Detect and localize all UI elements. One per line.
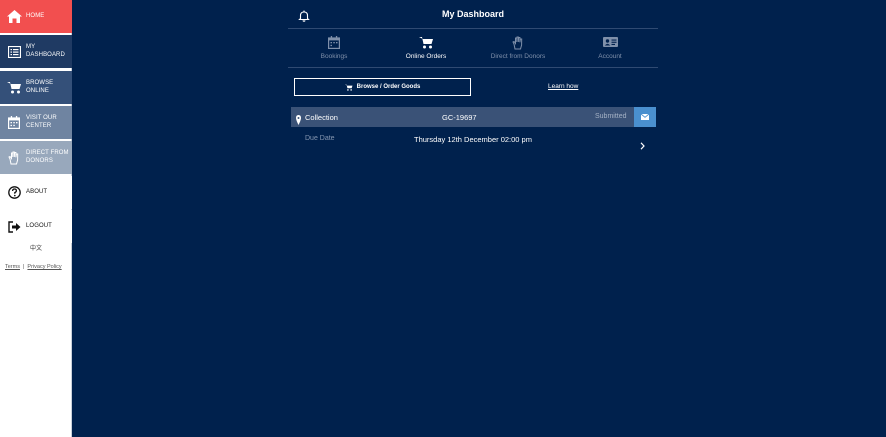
tab-label: Online Orders: [405, 53, 447, 60]
legal-separator: |: [22, 264, 25, 270]
sidebar-item-home[interactable]: HOME: [0, 0, 72, 33]
page-header: My Dashboard: [288, 0, 658, 29]
chevron-right-icon: [640, 137, 645, 155]
tab-direct-from-donors[interactable]: Direct from Donors: [472, 30, 564, 68]
learn-how-link[interactable]: Learn how: [548, 83, 578, 90]
due-date-label: Due Date: [305, 135, 335, 142]
status-badge: Submitted: [595, 113, 627, 120]
logout-icon: [6, 219, 22, 235]
tab-label: Direct from Donors: [490, 53, 546, 60]
envelope-icon: [641, 114, 649, 120]
id-card-icon: [564, 36, 656, 50]
tab-label: Bookings: [320, 53, 348, 60]
browse-order-goods-button[interactable]: Browse / Order Goods: [294, 78, 471, 96]
cart-icon: [380, 36, 472, 50]
page-title: My Dashboard: [441, 9, 504, 19]
sidebar-item-label: ABOUT: [26, 188, 48, 195]
sidebar-item-label: BROWSE ONLINE: [26, 80, 54, 94]
browse-order-goods-label: Browse / Order Goods: [356, 84, 421, 90]
cart-icon: [6, 80, 22, 96]
tab-label: Account: [598, 53, 622, 60]
sidebar-item-label: DIRECT FROM DONORS: [26, 150, 69, 164]
sidebar-item-about[interactable]: ABOUT: [0, 176, 72, 209]
privacy-policy-link[interactable]: Privacy Policy: [27, 264, 61, 270]
order-type: Collection: [305, 113, 338, 122]
hand-icon: [6, 150, 22, 166]
due-date-value: Thursday 12th December 02:00 pm: [414, 135, 532, 144]
sidebar-item-logout[interactable]: LOGOUT: [0, 210, 72, 243]
sidebar: HOME MY DASHBOARD BROWSE ONLINE VISIT OU…: [0, 0, 72, 437]
sidebar-item-my-dashboard[interactable]: MY DASHBOARD: [0, 35, 72, 68]
order-code: GC-19697: [442, 113, 477, 122]
language-switch[interactable]: 中文: [0, 243, 72, 252]
legal-links: Terms | Privacy Policy: [5, 264, 62, 270]
home-icon: [6, 9, 22, 25]
sidebar-item-browse-online[interactable]: BROWSE ONLINE: [0, 71, 72, 104]
sidebar-item-label: MY DASHBOARD: [26, 44, 65, 58]
list-icon: [6, 44, 22, 60]
sidebar-item-label: LOGOUT: [26, 222, 52, 229]
dashboard-tabs: Bookings Online Orders Direct from Donor…: [288, 30, 658, 68]
calendar-icon: [288, 36, 380, 50]
question-icon: [6, 185, 22, 201]
tab-bookings[interactable]: Bookings: [288, 30, 380, 68]
sidebar-item-label: VISIT OUR CENTER: [26, 115, 57, 129]
sidebar-item-visit-our-center[interactable]: VISIT OUR CENTER: [0, 106, 72, 139]
cart-icon: [344, 84, 353, 91]
due-date-row[interactable]: Due Date Thursday 12th December 02:00 pm: [291, 128, 656, 150]
sidebar-item-label: HOME: [26, 12, 45, 19]
order-row[interactable]: Collection GC-19697 Submitted: [291, 107, 656, 127]
tab-online-orders[interactable]: Online Orders: [380, 30, 472, 68]
tab-account[interactable]: Account: [564, 30, 656, 68]
message-button[interactable]: [634, 107, 656, 127]
hand-icon: [472, 36, 564, 50]
sidebar-item-direct-from-donors[interactable]: DIRECT FROM DONORS: [0, 141, 72, 174]
terms-link[interactable]: Terms: [5, 264, 20, 270]
calendar-icon: [6, 115, 22, 131]
